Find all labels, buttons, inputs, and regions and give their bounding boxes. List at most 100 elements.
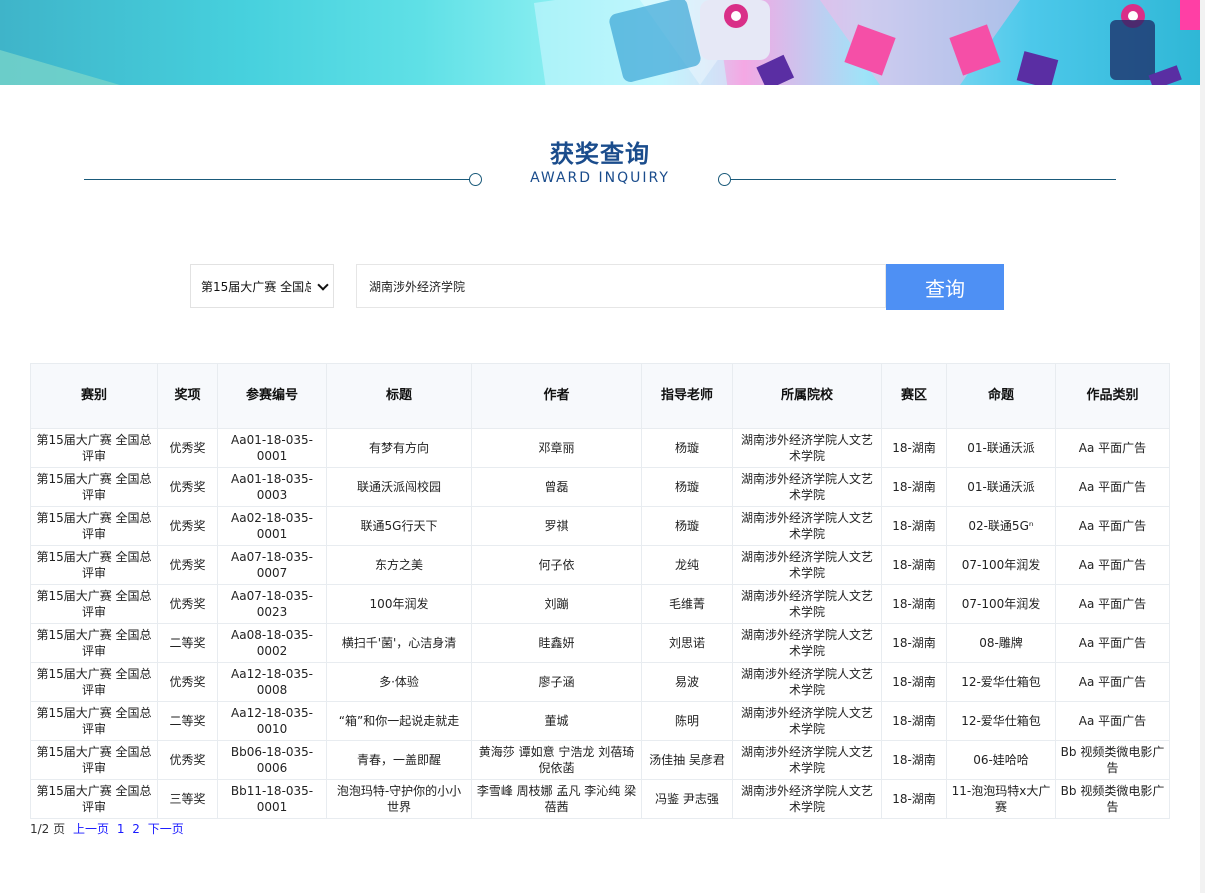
cell-entry-id: Bb11-18-035-0001 <box>217 779 327 819</box>
cell-award: 三等奖 <box>157 779 218 819</box>
cell-topic: 08-雕牌 <box>946 623 1056 663</box>
cell-competition: 第15届大广赛 全国总评审 <box>30 545 158 585</box>
cell-entry-id: Aa08-18-035-0002 <box>217 623 327 663</box>
cell-author: 邓章丽 <box>471 428 642 468</box>
pagination-status: 1/2 页 <box>30 822 66 836</box>
cell-topic: 12-爱华仕箱包 <box>946 662 1056 702</box>
cell-author: 何子依 <box>471 545 642 585</box>
table-row: 第15届大广赛 全国总评审 二等奖 Aa12-18-035-0010 “箱”和你… <box>30 701 1170 741</box>
cell-entry-id: Aa02-18-035-0001 <box>217 506 327 546</box>
cell-author: 眭鑫妍 <box>471 623 642 663</box>
column-header: 参赛编号 <box>217 363 327 429</box>
cell-award: 优秀奖 <box>157 584 218 624</box>
cell-region: 18-湖南 <box>881 623 947 663</box>
table-row: 第15届大广赛 全国总评审 优秀奖 Aa07-18-035-0023 100年润… <box>30 584 1170 624</box>
cell-title: 泡泡玛特-守护你的小小世界 <box>326 779 472 819</box>
title-divider-dot-right <box>718 173 731 186</box>
cell-award: 优秀奖 <box>157 428 218 468</box>
cell-region: 18-湖南 <box>881 701 947 741</box>
column-header: 作者 <box>471 363 642 429</box>
cell-topic: 02-联通5Gⁿ <box>946 506 1056 546</box>
cell-competition: 第15届大广赛 全国总评审 <box>30 428 158 468</box>
cell-topic: 01-联通沃派 <box>946 428 1056 468</box>
cell-advisor: 毛维菁 <box>641 584 733 624</box>
cell-title: 100年润发 <box>326 584 472 624</box>
search-button[interactable]: 查询 <box>886 264 1004 310</box>
prev-page-link[interactable]: 上一页 <box>73 822 109 836</box>
column-header: 所属院校 <box>732 363 882 429</box>
cell-advisor: 汤佳抽 吴彦君 <box>641 740 733 780</box>
cell-award: 优秀奖 <box>157 506 218 546</box>
cell-title: 东方之美 <box>326 545 472 585</box>
cell-entry-id: Aa01-18-035-0003 <box>217 467 327 507</box>
cell-entry-id: Aa07-18-035-0007 <box>217 545 327 585</box>
cell-award: 优秀奖 <box>157 545 218 585</box>
cell-topic: 06-娃哈哈 <box>946 740 1056 780</box>
cell-award: 优秀奖 <box>157 662 218 702</box>
column-header: 奖项 <box>157 363 218 429</box>
cell-entry-id: Aa07-18-035-0023 <box>217 584 327 624</box>
competition-select[interactable]: 第15届大广赛 全国总评审 <box>190 264 334 308</box>
cell-advisor: 龙纯 <box>641 545 733 585</box>
cell-region: 18-湖南 <box>881 584 947 624</box>
cell-category: Aa 平面广告 <box>1055 428 1170 468</box>
cell-title: 横扫千'菌'，心洁身清 <box>326 623 472 663</box>
page-title: 获奖查询 <box>550 140 650 168</box>
cell-topic: 01-联通沃派 <box>946 467 1056 507</box>
cell-entry-id: Aa12-18-035-0010 <box>217 701 327 741</box>
cell-title: 多·体验 <box>326 662 472 702</box>
column-header: 赛区 <box>881 363 947 429</box>
cell-title: 联通沃派闯校园 <box>326 467 472 507</box>
cell-category: Bb 视频类微电影广告 <box>1055 740 1170 780</box>
cell-competition: 第15届大广赛 全国总评审 <box>30 467 158 507</box>
search-input[interactable]: 湖南涉外经济学院 <box>356 264 886 308</box>
header-banner <box>0 0 1200 85</box>
cell-title: “箱”和你一起说走就走 <box>326 701 472 741</box>
page-2-link[interactable]: 2 <box>132 822 140 836</box>
cell-award: 二等奖 <box>157 701 218 741</box>
table-row: 第15届大广赛 全国总评审 优秀奖 Aa12-18-035-0008 多·体验 … <box>30 662 1170 702</box>
cell-topic: 11-泡泡玛特x大广赛 <box>946 779 1056 819</box>
cell-school: 湖南涉外经济学院人文艺术学院 <box>732 662 882 702</box>
cell-competition: 第15届大广赛 全国总评审 <box>30 701 158 741</box>
table-row: 第15届大广赛 全国总评审 优秀奖 Bb06-18-035-0006 青春，一盖… <box>30 740 1170 780</box>
section-title: 获奖查询 AWARD INQUIRY <box>0 128 1200 208</box>
cell-entry-id: Aa12-18-035-0008 <box>217 662 327 702</box>
cell-award: 优秀奖 <box>157 740 218 780</box>
cell-school: 湖南涉外经济学院人文艺术学院 <box>732 506 882 546</box>
cell-award: 优秀奖 <box>157 467 218 507</box>
page-1-link[interactable]: 1 <box>117 822 125 836</box>
table-row: 第15届大广赛 全国总评审 优秀奖 Aa01-18-035-0001 有梦有方向… <box>30 428 1170 468</box>
cell-author: 黄海莎 谭如意 宁浩龙 刘蓓琦 倪依菡 <box>471 740 642 780</box>
cell-author: 廖子涵 <box>471 662 642 702</box>
table-row: 第15届大广赛 全国总评审 优秀奖 Aa07-18-035-0007 东方之美 … <box>30 545 1170 585</box>
cell-author: 李雪峰 周枝娜 孟凡 李沁纯 梁蓓茜 <box>471 779 642 819</box>
cell-competition: 第15届大广赛 全国总评审 <box>30 662 158 702</box>
cell-topic: 12-爱华仕箱包 <box>946 701 1056 741</box>
cell-school: 湖南涉外经济学院人文艺术学院 <box>732 545 882 585</box>
competition-select-value: 第15届大广赛 全国总评审 <box>201 279 311 294</box>
results-table: 赛别 奖项 参赛编号 标题 作者 指导老师 所属院校 赛区 命题 作品类别 第1… <box>30 363 1170 819</box>
cell-region: 18-湖南 <box>881 662 947 702</box>
page-scrollbar[interactable] <box>1200 0 1205 893</box>
table-row: 第15届大广赛 全国总评审 优秀奖 Aa02-18-035-0001 联通5G行… <box>30 506 1170 546</box>
cell-competition: 第15届大广赛 全国总评审 <box>30 740 158 780</box>
cell-author: 董城 <box>471 701 642 741</box>
cell-category: Aa 平面广告 <box>1055 467 1170 507</box>
next-page-link[interactable]: 下一页 <box>148 822 184 836</box>
cell-category: Aa 平面广告 <box>1055 701 1170 741</box>
cell-category: Aa 平面广告 <box>1055 662 1170 702</box>
cell-topic: 07-100年润发 <box>946 584 1056 624</box>
column-header: 赛别 <box>30 363 158 429</box>
cell-school: 湖南涉外经济学院人文艺术学院 <box>732 584 882 624</box>
chevron-down-icon <box>317 279 329 291</box>
cell-school: 湖南涉外经济学院人文艺术学院 <box>732 428 882 468</box>
title-divider-right <box>731 179 1116 180</box>
cell-school: 湖南涉外经济学院人文艺术学院 <box>732 623 882 663</box>
cell-school: 湖南涉外经济学院人文艺术学院 <box>732 779 882 819</box>
cell-region: 18-湖南 <box>881 428 947 468</box>
cell-competition: 第15届大广赛 全国总评审 <box>30 623 158 663</box>
cell-advisor: 陈明 <box>641 701 733 741</box>
cell-entry-id: Bb06-18-035-0006 <box>217 740 327 780</box>
table-row: 第15届大广赛 全国总评审 优秀奖 Aa01-18-035-0003 联通沃派闯… <box>30 467 1170 507</box>
